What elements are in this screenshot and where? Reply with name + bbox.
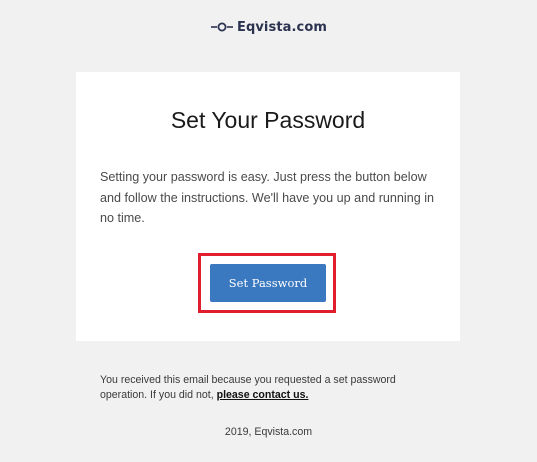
brand-logo[interactable]: Eqvista.com (0, 18, 537, 36)
card-body-text: Setting your password is easy. Just pres… (100, 170, 435, 225)
email-page: Eqvista.com Set Your Password Setting yo… (0, 0, 537, 462)
brand-name: Eqvista.com (236, 19, 328, 35)
card-title: Set Your Password (170, 107, 366, 133)
footer-note: You received this email because you requ… (100, 373, 440, 403)
contact-us-link[interactable]: please contact us. (217, 389, 309, 401)
copyright-text: 2019, Eqvista.com (224, 426, 313, 438)
password-card: Set Your Password Setting your password … (76, 72, 460, 341)
set-password-button[interactable]: Set Password (210, 264, 326, 302)
eqvista-logo-icon (210, 22, 233, 32)
